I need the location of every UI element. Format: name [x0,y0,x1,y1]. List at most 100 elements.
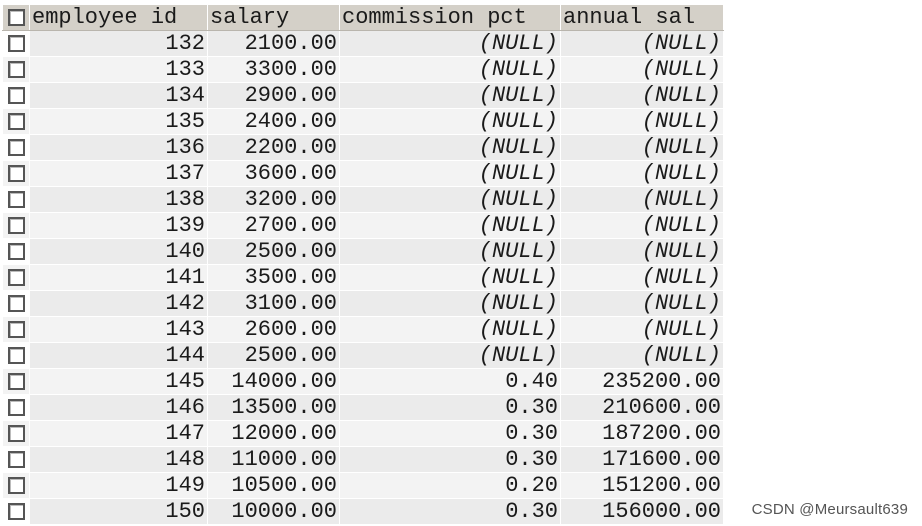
cell-salary[interactable]: 2200.00 [207,134,340,161]
cell-annual-sal[interactable]: 235200.00 [560,368,724,395]
cell-annual-sal[interactable]: (NULL) [560,30,724,57]
row-select-checkbox[interactable] [2,342,30,369]
row-select-checkbox[interactable] [2,56,30,83]
cell-employee-id[interactable]: 140 [29,238,208,265]
cell-employee-id[interactable]: 144 [29,342,208,369]
cell-employee-id[interactable]: 137 [29,160,208,187]
cell-annual-sal[interactable]: (NULL) [560,160,724,187]
table-row[interactable]: 140 2500.00 (NULL) (NULL) [2,238,724,265]
cell-commission-pct[interactable]: 0.30 [339,420,561,447]
cell-commission-pct[interactable]: (NULL) [339,134,561,161]
cell-salary[interactable]: 2100.00 [207,30,340,57]
cell-employee-id[interactable]: 132 [29,30,208,57]
table-row[interactable]: 141 3500.00 (NULL) (NULL) [2,264,724,291]
cell-salary[interactable]: 11000.00 [207,446,340,473]
cell-salary[interactable]: 3100.00 [207,290,340,317]
cell-salary[interactable]: 3600.00 [207,160,340,187]
cell-commission-pct[interactable]: (NULL) [339,108,561,135]
table-row[interactable]: 147 12000.00 0.30 187200.00 [2,420,724,447]
cell-salary[interactable]: 3300.00 [207,56,340,83]
cell-commission-pct[interactable]: (NULL) [339,82,561,109]
cell-employee-id[interactable]: 148 [29,446,208,473]
column-header-employee-id[interactable]: employee id [29,4,208,31]
table-row[interactable]: 144 2500.00 (NULL) (NULL) [2,342,724,369]
cell-annual-sal[interactable]: (NULL) [560,316,724,343]
cell-employee-id[interactable]: 138 [29,186,208,213]
select-all-checkbox[interactable] [2,4,30,31]
table-row[interactable]: 145 14000.00 0.40 235200.00 [2,368,724,395]
cell-commission-pct[interactable]: (NULL) [339,290,561,317]
table-row[interactable]: 134 2900.00 (NULL) (NULL) [2,82,724,109]
table-row[interactable]: 146 13500.00 0.30 210600.00 [2,394,724,421]
cell-employee-id[interactable]: 136 [29,134,208,161]
cell-commission-pct[interactable]: 0.30 [339,498,561,525]
column-header-annual-sal[interactable]: annual sal [560,4,724,31]
cell-salary[interactable]: 12000.00 [207,420,340,447]
row-select-checkbox[interactable] [2,394,30,421]
cell-employee-id[interactable]: 147 [29,420,208,447]
row-select-checkbox[interactable] [2,420,30,447]
cell-commission-pct[interactable]: (NULL) [339,342,561,369]
cell-annual-sal[interactable]: (NULL) [560,212,724,239]
cell-annual-sal[interactable]: (NULL) [560,264,724,291]
cell-employee-id[interactable]: 150 [29,498,208,525]
row-select-checkbox[interactable] [2,290,30,317]
cell-employee-id[interactable]: 133 [29,56,208,83]
cell-commission-pct[interactable]: (NULL) [339,264,561,291]
cell-employee-id[interactable]: 149 [29,472,208,499]
row-select-checkbox[interactable] [2,160,30,187]
cell-employee-id[interactable]: 143 [29,316,208,343]
table-row[interactable]: 142 3100.00 (NULL) (NULL) [2,290,724,317]
cell-salary[interactable]: 13500.00 [207,394,340,421]
cell-annual-sal[interactable]: 156000.00 [560,498,724,525]
cell-employee-id[interactable]: 142 [29,290,208,317]
cell-annual-sal[interactable]: (NULL) [560,82,724,109]
cell-employee-id[interactable]: 146 [29,394,208,421]
cell-employee-id[interactable]: 145 [29,368,208,395]
cell-annual-sal[interactable]: 187200.00 [560,420,724,447]
cell-salary[interactable]: 2500.00 [207,238,340,265]
row-select-checkbox[interactable] [2,134,30,161]
table-row[interactable]: 133 3300.00 (NULL) (NULL) [2,56,724,83]
cell-salary[interactable]: 2900.00 [207,82,340,109]
cell-annual-sal[interactable]: (NULL) [560,108,724,135]
cell-commission-pct[interactable]: (NULL) [339,56,561,83]
cell-employee-id[interactable]: 134 [29,82,208,109]
cell-salary[interactable]: 2600.00 [207,316,340,343]
table-row[interactable]: 139 2700.00 (NULL) (NULL) [2,212,724,239]
cell-annual-sal[interactable]: (NULL) [560,290,724,317]
cell-employee-id[interactable]: 141 [29,264,208,291]
cell-employee-id[interactable]: 135 [29,108,208,135]
cell-commission-pct[interactable]: 0.30 [339,394,561,421]
table-row[interactable]: 135 2400.00 (NULL) (NULL) [2,108,724,135]
cell-salary[interactable]: 10000.00 [207,498,340,525]
row-select-checkbox[interactable] [2,30,30,57]
row-select-checkbox[interactable] [2,186,30,213]
table-row[interactable]: 143 2600.00 (NULL) (NULL) [2,316,724,343]
row-select-checkbox[interactable] [2,316,30,343]
cell-commission-pct[interactable]: (NULL) [339,160,561,187]
cell-annual-sal[interactable]: (NULL) [560,186,724,213]
row-select-checkbox[interactable] [2,108,30,135]
cell-annual-sal[interactable]: 171600.00 [560,446,724,473]
cell-commission-pct[interactable]: (NULL) [339,30,561,57]
table-row[interactable]: 136 2200.00 (NULL) (NULL) [2,134,724,161]
table-row[interactable]: 138 3200.00 (NULL) (NULL) [2,186,724,213]
cell-commission-pct[interactable]: (NULL) [339,212,561,239]
table-row[interactable]: 149 10500.00 0.20 151200.00 [2,472,724,499]
cell-annual-sal[interactable]: (NULL) [560,56,724,83]
cell-commission-pct[interactable]: (NULL) [339,316,561,343]
cell-commission-pct[interactable]: 0.40 [339,368,561,395]
row-select-checkbox[interactable] [2,368,30,395]
cell-salary[interactable]: 14000.00 [207,368,340,395]
row-select-checkbox[interactable] [2,212,30,239]
row-select-checkbox[interactable] [2,264,30,291]
row-select-checkbox[interactable] [2,446,30,473]
row-select-checkbox[interactable] [2,238,30,265]
cell-salary[interactable]: 10500.00 [207,472,340,499]
row-select-checkbox[interactable] [2,82,30,109]
table-row[interactable]: 150 10000.00 0.30 156000.00 [2,498,724,525]
cell-commission-pct[interactable]: (NULL) [339,186,561,213]
cell-salary[interactable]: 2700.00 [207,212,340,239]
cell-salary[interactable]: 2500.00 [207,342,340,369]
